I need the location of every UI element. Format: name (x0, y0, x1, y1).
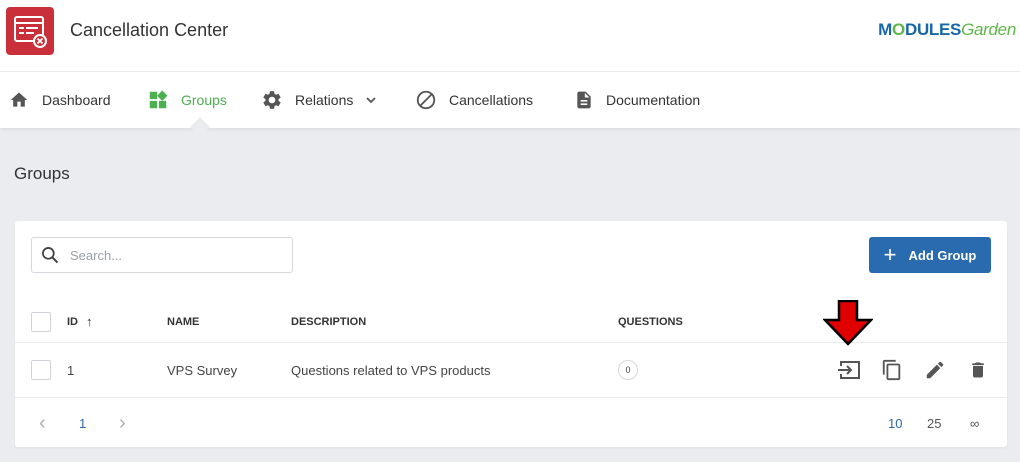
add-group-button[interactable]: + Add Group (869, 237, 991, 273)
row-checkbox[interactable] (31, 360, 51, 380)
app-title: Cancellation Center (70, 20, 229, 40)
next-page-button[interactable]: › (119, 399, 126, 447)
search-input[interactable] (70, 247, 270, 263)
plus-icon: + (883, 242, 897, 267)
modulesgarden-logo: MODULESGarden (878, 20, 1016, 39)
page-size-10[interactable]: 10 (888, 399, 902, 447)
nav-label: Groups (181, 92, 227, 108)
duplicate-button[interactable] (879, 357, 905, 383)
row-id: 1 (67, 362, 75, 378)
page-size-all[interactable]: ∞ (970, 399, 979, 447)
home-icon (8, 90, 30, 110)
row-name: VPS Survey (167, 362, 238, 378)
add-group-label: Add Group (908, 247, 977, 263)
nav-item-dashboard[interactable]: Dashboard (8, 72, 111, 128)
trash-icon (968, 359, 988, 381)
gear-icon (261, 89, 283, 111)
page-title: Groups (14, 164, 70, 183)
nav-label: Dashboard (42, 92, 111, 108)
manage-questions-button[interactable] (836, 357, 862, 383)
nav-item-cancellations[interactable]: Cancellations (415, 72, 533, 128)
block-icon (415, 89, 437, 111)
row-description: Questions related to VPS products (291, 362, 491, 378)
pencil-icon (924, 359, 946, 381)
nav-label: Relations (295, 92, 354, 108)
row-select-cell (31, 343, 51, 397)
groups-card: + Add Group ID ↑ NAME DESCRIPTION QUESTI… (15, 221, 1007, 447)
select-all-checkbox[interactable] (31, 311, 51, 332)
page-number-current[interactable]: 1 (79, 399, 86, 447)
app-logo (6, 7, 54, 55)
app-header: Cancellation Center MODULESGarden (0, 0, 1020, 72)
delete-button[interactable] (965, 357, 991, 383)
column-header-name[interactable]: NAME (167, 301, 199, 342)
document-icon (574, 89, 594, 111)
nav-item-groups[interactable]: Groups (147, 72, 227, 128)
login-enter-icon (837, 359, 861, 381)
column-header-description[interactable]: DESCRIPTION (291, 301, 366, 342)
column-header-questions[interactable]: QUESTIONS (618, 301, 683, 342)
chevron-down-icon (365, 94, 377, 106)
sort-ascending-icon: ↑ (86, 314, 93, 329)
questions-count-badge: 0 (618, 360, 638, 380)
nav-label: Documentation (606, 92, 701, 108)
nav-item-documentation[interactable]: Documentation (574, 72, 700, 128)
groups-icon (147, 89, 169, 111)
table-row: 1 VPS Survey Questions related to VPS pr… (15, 343, 1007, 398)
select-all-cell (31, 301, 51, 342)
nav-label: Cancellations (449, 92, 534, 108)
prev-page-button[interactable]: ‹ (39, 399, 46, 447)
edit-button[interactable] (922, 357, 948, 383)
copy-icon (881, 358, 903, 382)
page-size-25[interactable]: 25 (927, 399, 941, 447)
nav-item-relations[interactable]: Relations (261, 72, 377, 128)
column-header-id[interactable]: ID ↑ (67, 301, 93, 342)
search-icon (40, 245, 60, 265)
main-nav: Dashboard Groups Relations Cancellations… (0, 72, 1020, 137)
pagination: ‹ 1 › 10 25 ∞ (15, 399, 1007, 447)
search-box[interactable] (31, 237, 293, 273)
row-questions: 0 (618, 343, 638, 397)
